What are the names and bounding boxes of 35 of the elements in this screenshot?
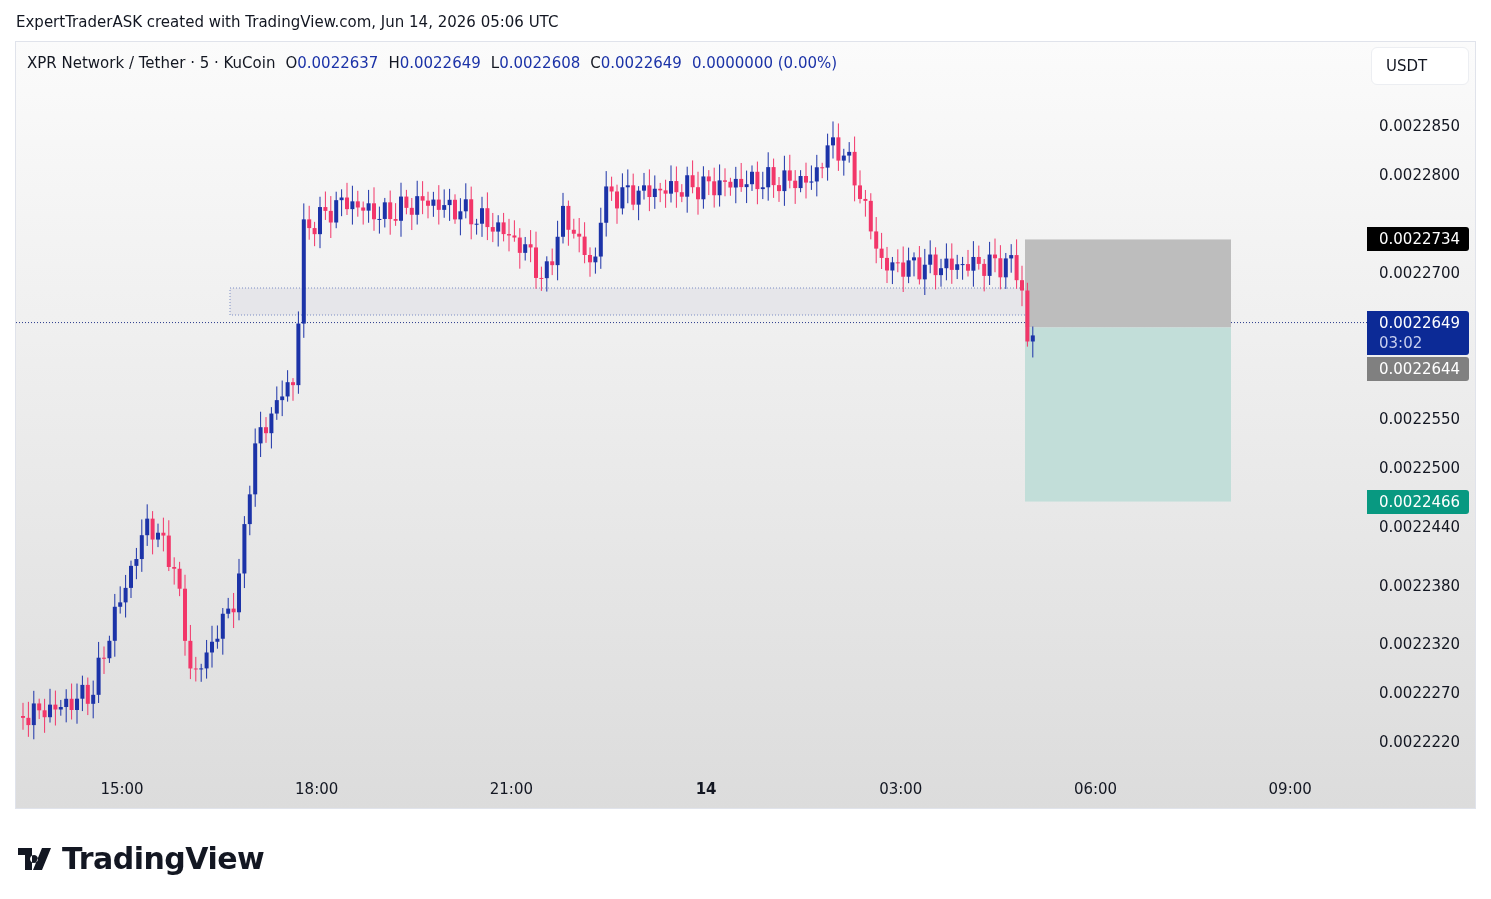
logo-icon [18,847,54,870]
price-tick: 0.0022320 [1379,635,1461,654]
target-price-label: 0.0022466 [1367,489,1469,514]
ohlc-label: H [388,54,400,72]
change-value: 0.0000000 (0.00%) [691,54,838,72]
time-tick: 09:00 [1267,780,1313,798]
price-tick: 0.0022500 [1379,459,1461,478]
time-tick: 21:00 [488,780,534,798]
price-tick: 0.0022550 [1379,410,1461,429]
time-tick: 14 [694,780,718,798]
price-tick: 0.0022440 [1379,517,1461,536]
price-tick: 0.0022270 [1379,684,1461,703]
time-tick: 18:00 [294,780,340,798]
price-tick: 0.0022380 [1379,576,1461,595]
logo-text: TradingView [62,841,265,876]
last-price-label: 0.0022649 03:02 [1367,310,1469,355]
time-tick: 06:00 [1072,780,1119,798]
symbol-title: XPR Network / Tether · 5 · KuCoin [27,54,276,72]
price-tick: 0.0022850 [1379,117,1461,135]
ohlc-value: 0.0022637 [297,54,379,72]
ohlc-value: 0.0022608 [499,54,581,72]
ohlc-label: L [490,54,500,72]
price-tick: 0.0022220 [1379,733,1461,752]
currency-button[interactable]: USDT [1371,47,1469,85]
ohlc-label: C [590,54,601,72]
chart-caption: ExpertTraderASK created with TradingView.com, Jun 14, 2026 05:06 UTC [15,12,560,28]
ohlc-label: O [285,54,298,72]
ohlc-value: 0.0022649 [600,54,682,72]
price-tick: 0.0022800 [1379,165,1461,184]
price-tick: 0.0022700 [1379,263,1461,282]
stop-price-label: 0.0022734 [1367,227,1469,252]
ohlc-value: 0.0022649 [399,54,481,72]
time-tick: 03:00 [878,780,924,798]
entry-price-label: 0.0022644 [1367,356,1469,381]
time-tick: 15:00 [99,780,145,798]
